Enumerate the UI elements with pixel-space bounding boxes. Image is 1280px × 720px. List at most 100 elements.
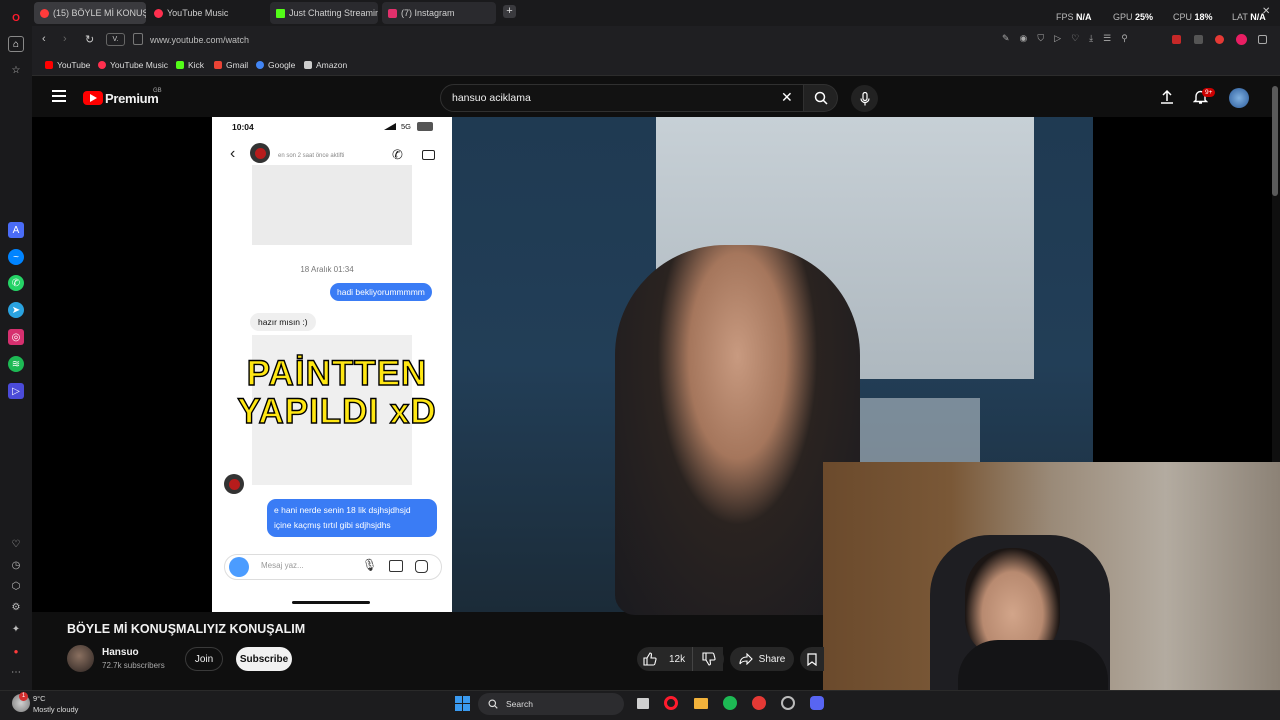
whatsapp-icon[interactable]: ✆ (8, 275, 24, 291)
dislike-button[interactable] (692, 647, 724, 671)
tab-kick[interactable]: Just Chatting Streaming - (270, 2, 378, 24)
youtube-icon (45, 61, 53, 69)
spotify-icon[interactable]: ≋ (8, 356, 24, 372)
like-count: 12k (669, 653, 686, 665)
region-code: GB (153, 88, 162, 94)
create-button[interactable] (1160, 89, 1174, 110)
subscribe-button[interactable]: Subscribe (236, 647, 292, 671)
upload-icon (1161, 89, 1173, 104)
amazon-icon (304, 61, 312, 69)
play-icon[interactable]: ▷ (1054, 33, 1071, 43)
bookmark-kick[interactable]: Kick (176, 60, 204, 70)
video-title: BÖYLE Mİ KONUŞMALIYIZ KONUŞALIM (67, 622, 306, 636)
extensions-icon[interactable] (1258, 35, 1267, 44)
weather-description: Mostly cloudy (33, 705, 79, 714)
phone-network: 5G (401, 122, 412, 131)
opera-logo-icon[interactable]: O (8, 10, 24, 26)
tab-youtube-video[interactable]: (15) BÖYLE Mİ KONUŞMA (34, 2, 146, 24)
browser-sidebar: O ⌂ ☆ A ~ ✆ ➤ ◎ ≋ ▷ ♡ ◷ ⬡ ⚙ ✦ ● ⋯ (0, 0, 32, 690)
clear-search-icon[interactable]: ✕ (781, 89, 793, 106)
profile-icon[interactable] (1236, 34, 1247, 45)
join-button[interactable]: Join (185, 647, 223, 671)
opera-taskbar-icon[interactable] (664, 696, 678, 710)
chat-date-stamp: 18 Aralık 01:34 (300, 265, 354, 274)
spotify-taskbar-icon[interactable] (723, 696, 737, 710)
channel-avatar[interactable] (67, 645, 94, 672)
menu-icon[interactable] (52, 90, 66, 102)
site-info-chip[interactable]: V. (106, 33, 125, 46)
bookmark-youtube[interactable]: YouTube (45, 60, 90, 70)
shield-icon[interactable]: ⛉ (1037, 33, 1054, 43)
lat-stat: LAT N/A (1232, 12, 1266, 22)
message-input (224, 554, 442, 580)
video-call-icon (422, 150, 435, 160)
bookmark-amazon[interactable]: Amazon (304, 60, 347, 70)
tab-label: (7) Instagram (401, 8, 455, 18)
file-explorer-icon[interactable] (694, 698, 708, 709)
close-window-icon[interactable]: ✕ (1262, 6, 1270, 17)
taskbar-search[interactable]: Search (478, 693, 624, 715)
security-icon[interactable] (133, 33, 143, 45)
weather-temperature: 9°C (33, 694, 46, 703)
aria-icon[interactable]: A (8, 222, 24, 238)
discord-taskbar-icon[interactable] (810, 696, 824, 710)
avatar[interactable] (1229, 88, 1249, 108)
paint-overlay-text: PAİNTTEN YAPILDI xD (237, 354, 437, 431)
search-icon (488, 699, 498, 709)
page-scrollbar[interactable] (1272, 86, 1278, 196)
extension-icon[interactable] (1172, 35, 1181, 44)
edit-icon[interactable]: ✎ (1002, 33, 1020, 43)
settings-icon[interactable]: ⚙ (8, 599, 24, 615)
save-button[interactable] (800, 647, 824, 671)
list-icon[interactable]: ☰ (1103, 33, 1121, 43)
instagram-favicon-icon (388, 8, 397, 18)
lock-icon[interactable]: ⚲ (1121, 33, 1138, 43)
heart-icon[interactable]: ♡ (1071, 33, 1089, 43)
messenger-icon[interactable]: ~ (8, 249, 24, 265)
forward-icon[interactable]: › (63, 33, 67, 45)
player-icon[interactable]: ▷ (8, 383, 24, 399)
more-icon[interactable]: ⋯ (8, 664, 24, 680)
back-icon[interactable]: ‹ (42, 33, 46, 45)
tab-youtube-music[interactable]: YouTube Music (148, 2, 260, 24)
reload-icon[interactable]: ↻ (85, 33, 94, 46)
gallery-icon (389, 560, 403, 572)
share-button[interactable]: Share (730, 647, 794, 671)
gpu-stat: GPU 25% (1113, 12, 1154, 22)
thumbs-up-icon (643, 652, 657, 666)
tab-instagram[interactable]: (7) Instagram (382, 2, 496, 24)
new-tab-icon[interactable]: + (503, 5, 516, 18)
telegram-icon[interactable]: ➤ (8, 302, 24, 318)
speed-dial-icon[interactable]: ☆ (8, 62, 24, 78)
search-input[interactable]: hansuo aciklama (452, 92, 531, 104)
history-icon[interactable]: ◷ (8, 557, 24, 573)
cube-icon[interactable]: ⬡ (8, 578, 24, 594)
download-icon[interactable]: ⤓ (1089, 33, 1103, 43)
outgoing-message: hadi bekliyorummmmm (330, 283, 432, 301)
google-icon (256, 61, 264, 69)
instagram-icon[interactable]: ◎ (8, 329, 24, 345)
channel-name[interactable]: Hansuo (102, 647, 139, 658)
heart-icon[interactable]: ♡ (8, 536, 24, 552)
gmail-icon (214, 61, 222, 69)
task-view-icon[interactable] (637, 698, 649, 709)
bulb-icon[interactable]: ✦ (8, 621, 24, 637)
phone-call-icon: ✆ (392, 147, 403, 162)
windows-start-icon[interactable] (455, 696, 470, 711)
youtube-logo-icon[interactable] (83, 91, 103, 105)
app-taskbar-icon[interactable] (781, 696, 795, 710)
bookmark-gmail[interactable]: Gmail (214, 60, 248, 70)
bookmark-youtube-music[interactable]: YouTube Music (98, 60, 168, 70)
bookmark-google[interactable]: Google (256, 60, 295, 70)
camera-icon[interactable]: ◉ (1020, 33, 1038, 43)
back-arrow-icon: ‹ (230, 145, 236, 162)
extension-icon[interactable] (1194, 35, 1203, 44)
voice-search-button[interactable] (851, 85, 878, 112)
search-button[interactable] (804, 84, 838, 112)
url-field[interactable]: www.youtube.com/watch (150, 35, 249, 45)
record-icon[interactable]: ● (8, 643, 24, 659)
youtube-premium-logo[interactable]: Premium (105, 91, 159, 106)
extension-icon[interactable] (1215, 35, 1224, 44)
home-icon[interactable]: ⌂ (8, 36, 24, 52)
app-taskbar-icon[interactable] (752, 696, 766, 710)
